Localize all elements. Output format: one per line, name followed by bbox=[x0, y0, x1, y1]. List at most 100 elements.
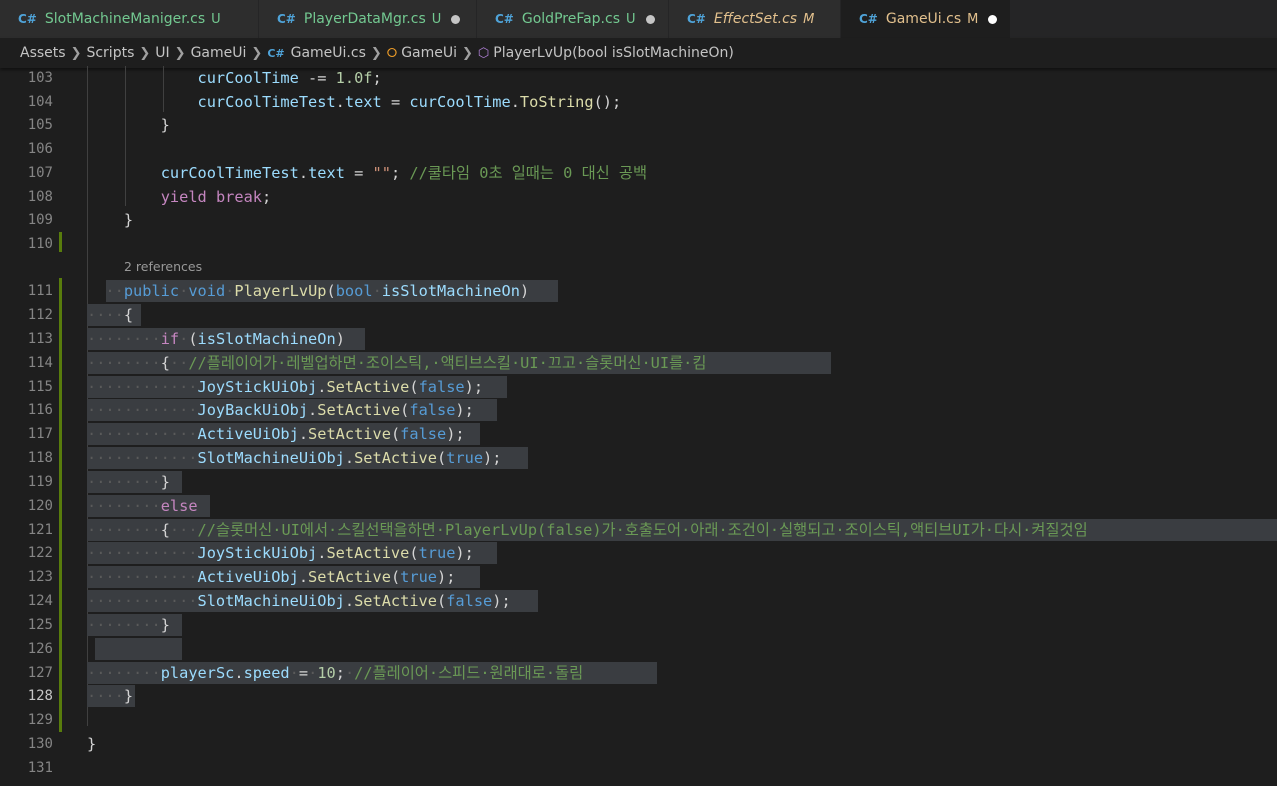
unsaved-dot-icon[interactable] bbox=[451, 14, 461, 24]
code-line[interactable]: 112 ····{ bbox=[0, 303, 1277, 327]
code-line[interactable]: 120 ········else bbox=[0, 494, 1277, 518]
editor-tab-bar: C# SlotMachineManiger.cs U C# PlayerData… bbox=[0, 0, 1277, 38]
line-number: 125 bbox=[27, 617, 53, 633]
code-line[interactable]: 106 bbox=[0, 137, 1277, 161]
code-text: ············ActiveUiObj.SetActive(false)… bbox=[87, 425, 465, 443]
tab-slotmachinemaniger[interactable]: C# SlotMachineManiger.cs U bbox=[0, 0, 259, 38]
code-text: } bbox=[87, 211, 134, 229]
code-line[interactable]: 111 ··public·void·PlayerLvUp(bool·isSlot… bbox=[0, 279, 1277, 303]
line-number: 116 bbox=[27, 402, 53, 418]
line-number: 111 bbox=[27, 283, 53, 299]
breadcrumb-scripts[interactable]: Scripts bbox=[86, 45, 134, 61]
code-line[interactable]: 110 bbox=[0, 232, 1277, 256]
line-number: 103 bbox=[27, 70, 53, 86]
csharp-file-icon: C# bbox=[687, 12, 706, 26]
breadcrumb: Assets ❯ Scripts ❯ UI ❯ GameUi ❯ C# Game… bbox=[0, 38, 1277, 68]
code-line[interactable]: 109 } bbox=[0, 208, 1277, 232]
code-text: curCoolTimeTest.text = ""; //쿨타임 0초 일때는 … bbox=[160, 164, 648, 182]
code-line[interactable]: 122 ············JoyStickUiObj.SetActive(… bbox=[0, 541, 1277, 565]
code-line[interactable]: 107 curCoolTimeTest.text = ""; //쿨타임 0초 … bbox=[0, 161, 1277, 185]
csharp-file-icon: C# bbox=[267, 46, 285, 60]
code-line[interactable]: 105 } bbox=[0, 113, 1277, 137]
line-number: 115 bbox=[27, 379, 53, 395]
code-line[interactable]: 108 yield break; bbox=[0, 185, 1277, 209]
git-status-badge: M bbox=[803, 11, 815, 27]
code-text: ············JoyStickUiObj.SetActive(true… bbox=[87, 544, 474, 562]
line-number: 123 bbox=[27, 569, 53, 585]
git-status-badge: U bbox=[431, 11, 442, 27]
chevron-right-icon: ❯ bbox=[462, 45, 473, 61]
codelens-references[interactable]: 2 references bbox=[124, 259, 202, 274]
code-text: curCoolTime -= 1.0f; bbox=[197, 69, 382, 87]
code-line[interactable]: 119 ········} bbox=[0, 470, 1277, 494]
code-line[interactable]: 123 ············ActiveUiObj.SetActive(tr… bbox=[0, 565, 1277, 589]
code-line[interactable]: 117 ············ActiveUiObj.SetActive(fa… bbox=[0, 422, 1277, 446]
line-number: 104 bbox=[27, 94, 53, 110]
code-text: ········if·(isSlotMachineOn) bbox=[87, 330, 345, 348]
line-number: 122 bbox=[27, 545, 53, 561]
code-line[interactable]: 126 bbox=[0, 637, 1277, 661]
code-text: } bbox=[87, 735, 97, 753]
git-status-badge: U bbox=[626, 11, 636, 27]
line-number: 110 bbox=[27, 236, 53, 252]
code-line[interactable]: 128 ····} bbox=[0, 684, 1277, 708]
line-number: 109 bbox=[27, 212, 53, 228]
method-symbol-icon: ⬡ bbox=[477, 45, 490, 61]
class-symbol-icon: ⭘ bbox=[386, 45, 398, 61]
unsaved-dot-icon[interactable] bbox=[645, 14, 655, 24]
line-number: 106 bbox=[27, 141, 53, 157]
code-line[interactable]: 113 ········if·(isSlotMachineOn) bbox=[0, 327, 1277, 351]
line-number: 130 bbox=[27, 736, 53, 752]
csharp-file-icon: C# bbox=[859, 12, 878, 26]
code-line[interactable]: 103 curCoolTime -= 1.0f; bbox=[0, 66, 1277, 90]
code-line[interactable]: 129 bbox=[0, 708, 1277, 732]
code-editor[interactable]: 103 curCoolTime -= 1.0f; 104 curCoolTime… bbox=[0, 66, 1277, 786]
breadcrumb-method[interactable]: PlayerLvUp(bool isSlotMachineOn) bbox=[493, 45, 734, 61]
line-number: 128 bbox=[27, 688, 53, 704]
line-number: 112 bbox=[27, 307, 53, 323]
tab-effectset[interactable]: C# EffectSet.cs M bbox=[669, 0, 841, 38]
code-text: ············ActiveUiObj.SetActive(true); bbox=[87, 568, 456, 586]
line-number: 129 bbox=[27, 712, 53, 728]
code-line[interactable]: 131 bbox=[0, 756, 1277, 780]
line-number: 131 bbox=[27, 760, 53, 776]
code-line[interactable]: 130 } bbox=[0, 732, 1277, 756]
csharp-file-icon: C# bbox=[495, 12, 514, 26]
tab-playerdatamgr[interactable]: C# PlayerDataMgr.cs U bbox=[259, 0, 477, 38]
line-number: 114 bbox=[27, 355, 53, 371]
tab-filename: SlotMachineManiger.cs bbox=[44, 11, 206, 27]
line-number: 105 bbox=[27, 117, 53, 133]
line-number: 120 bbox=[27, 498, 53, 514]
tab-gameui[interactable]: C# GameUi.cs M bbox=[841, 0, 1011, 38]
code-line[interactable]: 118 ············SlotMachineUiObj.SetActi… bbox=[0, 446, 1277, 470]
breadcrumb-gameui-folder[interactable]: GameUi bbox=[191, 45, 247, 61]
chevron-right-icon: ❯ bbox=[174, 45, 186, 61]
code-line[interactable]: 125 ········} bbox=[0, 613, 1277, 637]
line-number: 124 bbox=[27, 593, 53, 609]
code-line[interactable]: 124 ············SlotMachineUiObj.SetActi… bbox=[0, 589, 1277, 613]
code-text: ············SlotMachineUiObj.SetActive(t… bbox=[87, 449, 502, 467]
line-number: 113 bbox=[27, 331, 53, 347]
line-number: 108 bbox=[27, 189, 53, 205]
code-line[interactable]: 114 ········{··//플레이어가·레벨업하면·조이스틱,·액티브스킬… bbox=[0, 351, 1277, 375]
code-line[interactable]: 115 ············JoyStickUiObj.SetActive(… bbox=[0, 375, 1277, 399]
code-text: ········else bbox=[87, 497, 198, 515]
line-number: 121 bbox=[27, 522, 53, 538]
code-line[interactable]: 116 ············JoyBackUiObj.SetActive(f… bbox=[0, 398, 1277, 422]
breadcrumb-class[interactable]: GameUi bbox=[401, 45, 457, 61]
tab-filename: GameUi.cs bbox=[885, 11, 962, 27]
code-text: ············SlotMachineUiObj.SetActive(f… bbox=[87, 592, 511, 610]
code-line[interactable]: 121 ········{···//슬롯머신·UI에서·스킬선택을하면·Play… bbox=[0, 518, 1277, 542]
chevron-right-icon: ❯ bbox=[370, 45, 382, 61]
code-line[interactable]: 104 curCoolTimeTest.text = curCoolTime.T… bbox=[0, 90, 1277, 114]
line-number: 117 bbox=[27, 426, 53, 442]
unsaved-dot-icon[interactable] bbox=[988, 14, 998, 24]
tab-filename: EffectSet.cs bbox=[713, 11, 798, 27]
code-text: ········{···//슬롯머신·UI에서·스킬선택을하면·PlayerLv… bbox=[87, 521, 1088, 539]
breadcrumb-ui[interactable]: UI bbox=[155, 45, 169, 61]
code-line[interactable]: 127 ········playerSc.speed·=·10;·//플레이어·… bbox=[0, 661, 1277, 685]
code-text: ········} bbox=[87, 473, 170, 491]
breadcrumb-file[interactable]: GameUi.cs bbox=[291, 45, 366, 61]
breadcrumb-assets[interactable]: Assets bbox=[20, 45, 66, 61]
tab-goldprefap[interactable]: C# GoldPreFap.cs U bbox=[477, 0, 669, 38]
